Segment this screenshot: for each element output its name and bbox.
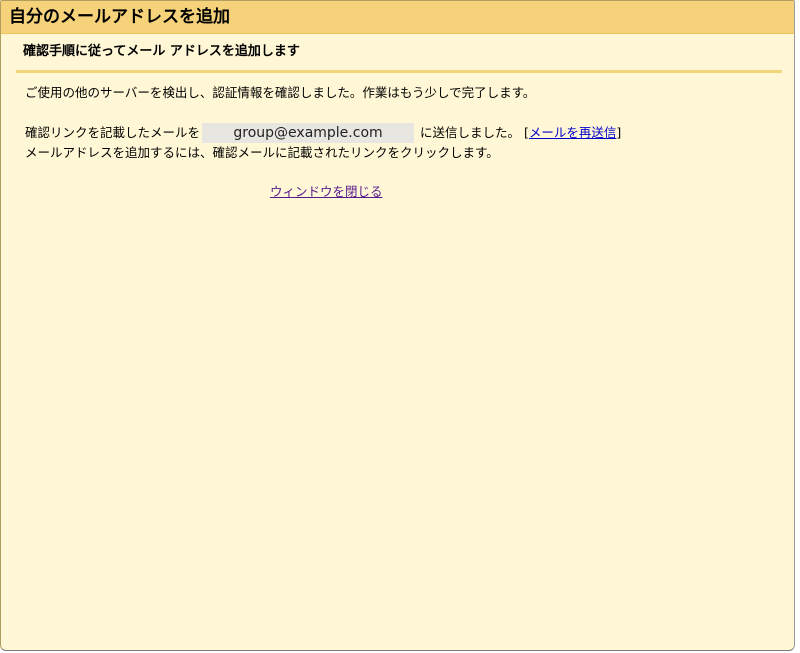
resend-email-link[interactable]: メールを再送信 [529,125,617,140]
dialog-title: 自分のメールアドレスを追加 [9,7,230,27]
email-address: group@example.com [202,123,415,143]
intro-text: ご使用の他のサーバーを検出し、認証情報を確認しました。作業はもう少しで完了します… [25,85,536,100]
close-row: ウィンドウを閉じる [270,183,794,201]
bracket-close: ] [616,125,622,140]
confirm-prefix: 確認リンクを記載したメールを [25,125,201,140]
step-heading: 確認手順に従ってメール アドレスを追加します [23,44,300,59]
close-window-link[interactable]: ウィンドウを閉じる [270,184,383,199]
instruction-text: メールアドレスを追加するには、確認メールに記載されたリンクをクリックします。 [25,145,499,160]
confirmation-message: 確認リンクを記載したメールを group@example.com に送信しました。… [25,123,794,163]
dialog-content: 確認手順に従ってメール アドレスを追加します ご使用の他のサーバーを検出し、認証… [1,43,794,201]
dialog-titlebar: 自分のメールアドレスを追加 [1,1,794,34]
confirm-suffix: に送信しました。 [420,125,521,140]
confirmation-line: 確認リンクを記載したメールを group@example.com に送信しました。… [25,123,794,143]
heading-divider [16,70,782,73]
add-email-dialog: 自分のメールアドレスを追加 確認手順に従ってメール アドレスを追加します ご使用… [0,0,795,651]
